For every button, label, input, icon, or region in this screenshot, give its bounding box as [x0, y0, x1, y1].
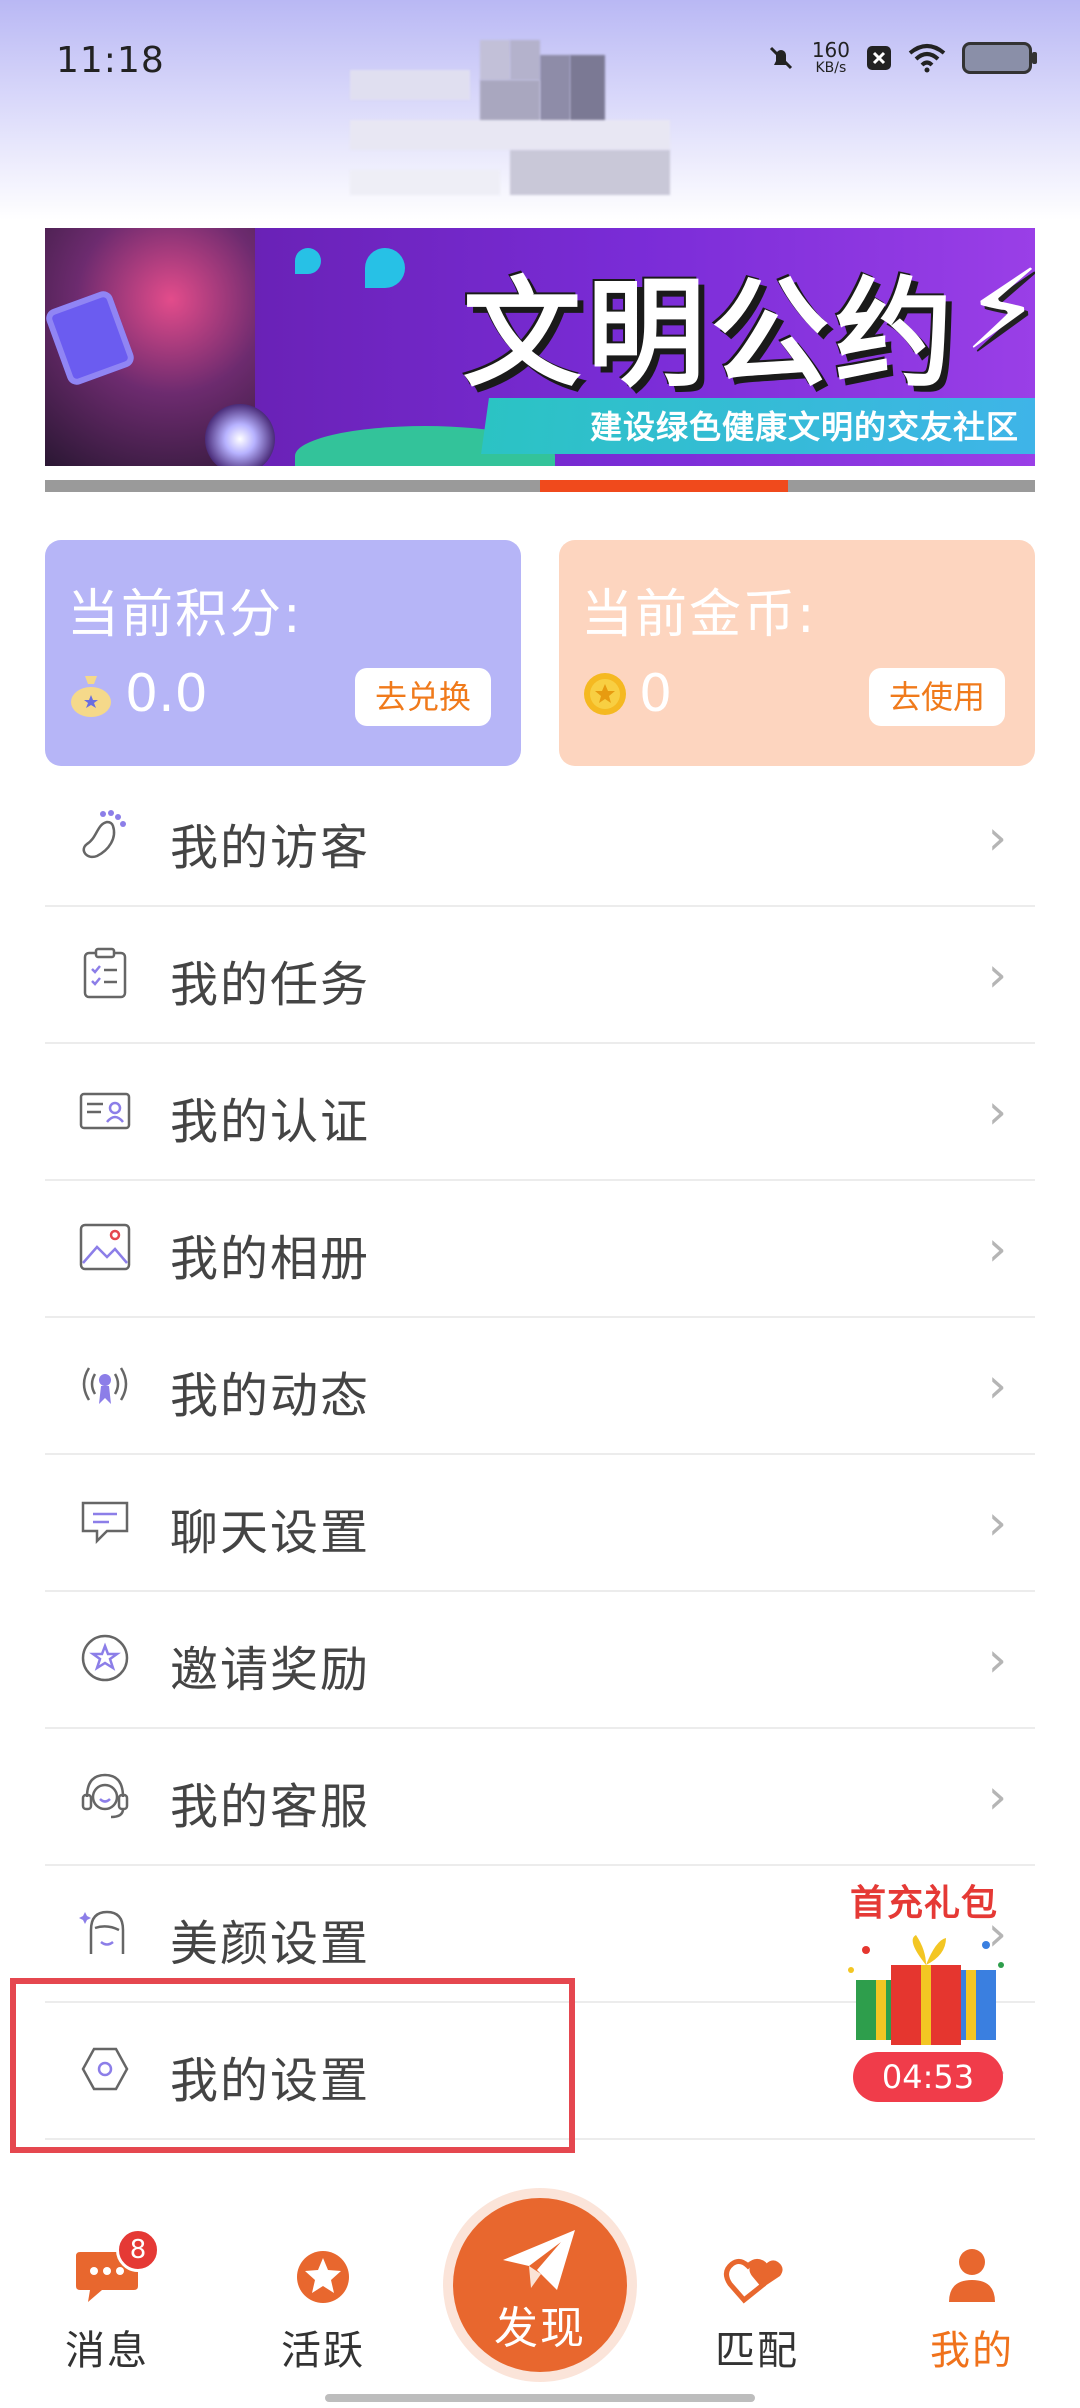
- redeem-button[interactable]: 去兑换: [354, 668, 491, 726]
- clipboard-icon: [83, 947, 127, 999]
- menu-item-label: 聊天设置: [170, 1505, 371, 1561]
- discover-button[interactable]: 发现: [453, 2198, 627, 2372]
- id-card-icon: [79, 1092, 131, 1130]
- gift-title: 首充礼包: [850, 1883, 999, 1924]
- banner-indicator-active: [540, 480, 788, 492]
- banner-title: 文明公约: [463, 265, 960, 403]
- speed-unit: KB/s: [815, 60, 847, 76]
- banner-drop-graphic: [365, 248, 405, 288]
- gold-card: 当前金币: 0 去使用: [559, 540, 1035, 766]
- mute-bell-icon: [769, 46, 792, 70]
- message-badge: 8: [116, 2228, 160, 2272]
- nav-mine[interactable]: 我的: [897, 2240, 1047, 2376]
- chat-icon: [81, 1501, 129, 1545]
- network-speed: 160 KB/s: [812, 40, 850, 76]
- chevron-right-icon: ›: [987, 1769, 1007, 1825]
- nav-label: 消息: [65, 2328, 149, 2374]
- menu-item-label: 我的任务: [170, 957, 371, 1013]
- close-box-icon: [867, 46, 891, 70]
- menu-item-label: 我的认证: [170, 1094, 371, 1150]
- status-icons: 160 KB/s: [766, 40, 1037, 76]
- points-value: 0.0: [125, 664, 208, 724]
- star-badge-icon: [81, 1634, 129, 1682]
- chevron-right-icon: ›: [987, 947, 1007, 1003]
- chevron-right-icon: ›: [987, 1221, 1007, 1277]
- home-indicator[interactable]: [325, 2394, 755, 2402]
- footprint-icon: [82, 810, 126, 859]
- nav-match[interactable]: 匹配: [682, 2240, 832, 2376]
- nav-active[interactable]: 活跃: [248, 2240, 398, 2376]
- paper-plane-icon: [503, 2230, 575, 2290]
- chevron-right-icon: ›: [987, 1358, 1007, 1414]
- menu-item-verification[interactable]: 我的认证 ›: [45, 1044, 1035, 1181]
- coin-icon: [584, 673, 626, 715]
- gold-title: 当前金币:: [581, 585, 817, 645]
- banner-drop-graphic: [295, 248, 321, 274]
- status-time: 11:18: [56, 40, 165, 81]
- highlight-box: [10, 1978, 575, 2153]
- menu-item-moments[interactable]: 我的动态 ›: [45, 1318, 1035, 1455]
- points-title: 当前积分:: [67, 585, 303, 645]
- menu-item-label: 我的客服: [170, 1779, 371, 1835]
- battery-icon: [962, 42, 1037, 74]
- menu-item-invite-rewards[interactable]: 邀请奖励 ›: [45, 1592, 1035, 1729]
- banner-orb-graphic: [205, 404, 275, 466]
- gift-countdown: 04:53: [853, 2052, 1003, 2102]
- face-icon: [79, 1910, 125, 1954]
- broadcast-icon: [82, 1367, 128, 1404]
- menu-item-label: 我的动态: [170, 1368, 371, 1424]
- menu-item-label: 邀请奖励: [170, 1642, 371, 1698]
- nav-label: 我的: [930, 2328, 1014, 2374]
- menu-item-label: 我的访客: [170, 820, 371, 876]
- wifi-icon: [908, 44, 946, 73]
- nav-messages[interactable]: 8 消息: [32, 2228, 182, 2376]
- banner-subtitle: 建设绿色健康文明的交友社区: [590, 408, 1020, 446]
- speed-value: 160: [811, 38, 850, 62]
- gold-value: 0: [639, 664, 673, 724]
- use-button[interactable]: 去使用: [868, 668, 1005, 726]
- chevron-right-icon: ›: [987, 1632, 1007, 1688]
- points-card: 当前积分: 0.0 去兑换: [45, 540, 521, 766]
- menu-item-tasks[interactable]: 我的任务 ›: [45, 907, 1035, 1044]
- headset-icon: [81, 1773, 129, 1819]
- menu-item-album[interactable]: 我的相册 ›: [45, 1181, 1035, 1318]
- menu-item-chat-settings[interactable]: 聊天设置 ›: [45, 1455, 1035, 1592]
- lightning-icon: ⚡: [963, 246, 1035, 374]
- chevron-right-icon: ›: [987, 1084, 1007, 1140]
- photo-icon: [79, 1223, 131, 1271]
- money-bag-icon: [71, 676, 111, 717]
- promo-banner[interactable]: 文明公约 ⚡ 建设绿色健康文明的交友社区: [45, 228, 1035, 466]
- user-icon: [949, 2249, 995, 2302]
- chevron-right-icon: ›: [987, 810, 1007, 866]
- hearts-icon: [724, 2258, 783, 2304]
- gift-box-icon: [848, 1935, 1004, 2045]
- nav-label: 匹配: [715, 2328, 799, 2374]
- menu-item-visitors[interactable]: 我的访客 ›: [45, 770, 1035, 907]
- menu-item-label: 美颜设置: [170, 1916, 371, 1972]
- menu-item-customer-service[interactable]: 我的客服 ›: [45, 1729, 1035, 1866]
- discover-label: 发现: [494, 2303, 586, 2354]
- nav-label: 活跃: [281, 2328, 365, 2374]
- menu-item-label: 我的相册: [170, 1231, 371, 1287]
- chevron-right-icon: ›: [987, 1495, 1007, 1551]
- star-icon: [297, 2251, 349, 2303]
